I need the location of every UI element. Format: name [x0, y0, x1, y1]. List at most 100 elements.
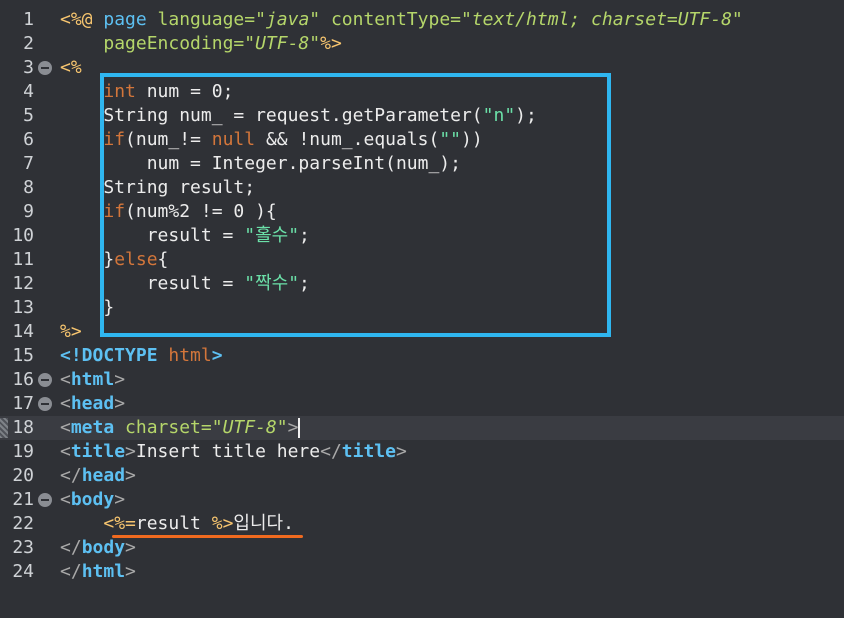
code-token: <%=: [103, 513, 136, 534]
code-line[interactable]: 17 <head>: [0, 392, 844, 416]
code-token: >: [114, 369, 126, 390]
code-token: >: [125, 465, 136, 486]
line-number: 13: [12, 297, 34, 318]
code-token: charset=: [125, 417, 212, 438]
collapse-fold-icon[interactable]: [38, 397, 52, 411]
line-number: 21: [12, 489, 34, 510]
line-number: 15: [12, 345, 34, 366]
code-token: page: [103, 9, 158, 30]
code-text[interactable]: <!DOCTYPE html>: [60, 344, 223, 368]
code-line[interactable]: 24 </html>: [0, 560, 844, 584]
code-token: %>: [320, 33, 342, 54]
code-token: html: [70, 369, 115, 390]
scriptlet-highlight-box: [100, 73, 611, 337]
code-token: contentType=: [330, 9, 461, 30]
code-line[interactable]: 19 <title>Insert title here</title>: [0, 440, 844, 464]
code-token: <: [60, 393, 71, 414]
code-token: >: [125, 561, 136, 582]
code-line[interactable]: 16 <html>: [0, 368, 844, 392]
code-text[interactable]: <%: [60, 56, 82, 80]
code-text[interactable]: pageEncoding="UTF-8"%>: [60, 32, 342, 56]
code-line[interactable]: 21 <body>: [0, 488, 844, 512]
code-text[interactable]: <meta charset="UTF-8">: [60, 416, 301, 440]
line-number: 5: [23, 105, 34, 126]
code-token: </: [60, 537, 82, 558]
code-line[interactable]: 22 <%=result %>입니다.: [0, 512, 844, 536]
code-line[interactable]: 1 <%@ page language="java" contentType="t…: [0, 8, 844, 32]
code-token: "java": [255, 9, 331, 30]
line-number: 16: [12, 369, 34, 390]
code-token: <%@: [60, 9, 104, 30]
code-line[interactable]: 23 </body>: [0, 536, 844, 560]
line-number: 6: [23, 129, 34, 150]
code-token: >: [125, 441, 136, 462]
code-text[interactable]: <%=result %>입니다.: [60, 512, 294, 536]
code-token: html: [81, 561, 126, 582]
code-line[interactable]: 15 <!DOCTYPE html>: [0, 344, 844, 368]
text-cursor: [298, 418, 301, 438]
line-number: 22: [12, 513, 34, 534]
code-token: body: [70, 489, 115, 510]
code-token: title: [70, 441, 126, 462]
code-token: body: [81, 537, 126, 558]
line-number: 20: [12, 465, 34, 486]
line-number: 23: [12, 537, 34, 558]
code-token: >: [114, 393, 126, 414]
code-token: "UTF-8": [244, 33, 321, 54]
code-token: title: [341, 441, 396, 462]
code-token: <: [60, 417, 71, 438]
code-token: >: [125, 537, 136, 558]
code-token: </: [320, 441, 342, 462]
line-number: 12: [12, 273, 34, 294]
code-token: head: [81, 465, 126, 486]
line-number: 7: [23, 153, 34, 174]
code-text[interactable]: <body>: [60, 488, 125, 512]
code-token: 입니다.: [233, 513, 294, 534]
code-line[interactable]: 2 pageEncoding="UTF-8"%>: [0, 32, 844, 56]
code-token: <: [60, 489, 71, 510]
collapse-fold-icon[interactable]: [38, 373, 52, 387]
line-number: 1: [23, 9, 34, 30]
code-line[interactable]: 20 </head>: [0, 464, 844, 488]
line-number: 17: [12, 393, 34, 414]
code-token: meta: [70, 417, 126, 438]
code-token: </: [60, 561, 82, 582]
line-number: 4: [23, 81, 34, 102]
code-text[interactable]: </html>: [60, 560, 136, 584]
code-text[interactable]: <head>: [60, 392, 125, 416]
code-token: html: [168, 345, 212, 366]
code-text[interactable]: %>: [60, 320, 82, 344]
code-text[interactable]: <html>: [60, 368, 125, 392]
line-number: 2: [23, 33, 34, 54]
code-text[interactable]: </body>: [60, 536, 136, 560]
code-line[interactable]: 18 <meta charset="UTF-8">: [0, 416, 844, 440]
code-token: head: [70, 393, 115, 414]
line-number: 11: [12, 249, 34, 270]
code-text[interactable]: </head>: [60, 464, 136, 488]
line-number: 14: [12, 321, 34, 342]
code-token: result: [135, 513, 212, 534]
code-token: %>: [60, 321, 82, 342]
line-number: 9: [23, 201, 34, 222]
line-number: 18: [12, 417, 34, 438]
code-token: >: [287, 417, 299, 438]
expression-underline: [112, 535, 303, 538]
code-token: pageEncoding=: [103, 33, 245, 54]
line-number: 3: [23, 57, 34, 78]
code-text[interactable]: <title>Insert title here</title>: [60, 440, 407, 464]
code-token: language=: [157, 9, 256, 30]
code-text[interactable]: <%@ page language="java" contentType="te…: [60, 8, 743, 32]
code-token: "text/html; charset=UTF-8": [461, 9, 743, 30]
code-token: "UTF-8": [211, 417, 288, 438]
collapse-fold-icon[interactable]: [38, 61, 52, 75]
code-token: >: [395, 441, 407, 462]
code-token: <!DOCTYPE: [60, 345, 169, 366]
line-number: 8: [23, 177, 34, 198]
code-token: >: [114, 489, 126, 510]
line-number: 10: [12, 225, 34, 246]
collapse-fold-icon[interactable]: [38, 493, 52, 507]
